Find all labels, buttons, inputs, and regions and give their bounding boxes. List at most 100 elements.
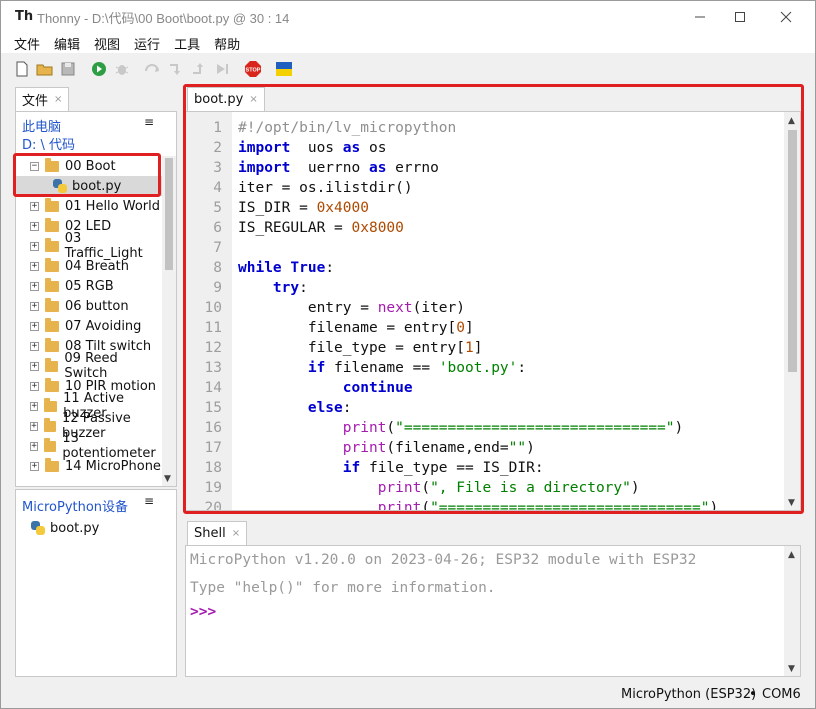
scroll-down-icon[interactable]: ▼ (788, 498, 795, 508)
shell-banner: MicroPython v1.20.0 on 2023-04-26; ESP32… (190, 552, 697, 568)
expand-icon[interactable]: + (30, 241, 39, 251)
expand-icon[interactable]: + (30, 281, 39, 291)
step-into-icon[interactable] (167, 60, 185, 78)
new-file-icon[interactable] (13, 60, 31, 78)
menu-help[interactable]: 帮助 (214, 34, 240, 53)
close-icon[interactable]: × (249, 94, 257, 105)
port-label[interactable]: COM6 (762, 687, 801, 702)
menu-tools[interactable]: 工具 (174, 34, 200, 53)
code-token: as (368, 160, 387, 176)
location-path[interactable]: D: \ 代码 (22, 134, 75, 153)
status-separator: • (749, 687, 757, 702)
expand-icon[interactable]: + (30, 321, 39, 331)
shell-scrollbar[interactable]: ▲ ▼ (784, 546, 800, 676)
shell-panel[interactable]: MicroPython v1.20.0 on 2023-04-26; ESP32… (185, 545, 801, 677)
code-token: ] (464, 320, 474, 336)
tree-folder-item[interactable]: +09 Reed Switch (16, 351, 162, 381)
menu-edit[interactable]: 编辑 (54, 34, 80, 53)
expand-icon[interactable]: + (30, 381, 39, 391)
scroll-down-icon[interactable]: ▼ (164, 474, 171, 484)
scroll-up-icon[interactable]: ▲ (788, 550, 795, 560)
menu-view[interactable]: 视图 (94, 34, 120, 53)
folder-icon (44, 357, 59, 372)
files-scrollbar-thumb[interactable] (165, 158, 173, 270)
resume-icon[interactable] (213, 60, 231, 78)
code-token: print (377, 500, 422, 511)
editor-scrollbar-thumb[interactable] (788, 130, 797, 372)
code-text[interactable]: #!/opt/bin/lv_micropython import uos as o… (238, 118, 718, 511)
expand-icon[interactable]: + (30, 421, 39, 431)
code-line: print("==============================") (238, 498, 718, 511)
step-over-icon[interactable] (144, 60, 162, 78)
close-icon[interactable]: × (54, 94, 62, 105)
expand-icon[interactable]: + (30, 301, 39, 311)
menu-file[interactable]: 文件 (14, 34, 40, 53)
code-token: next (377, 300, 413, 316)
expand-icon[interactable]: + (30, 221, 39, 231)
menu-run[interactable]: 运行 (134, 34, 160, 53)
thonny-window: Th Thonny - D:\代码\00 Boot\boot.py @ 30 :… (0, 0, 816, 709)
tree-item-label: 05 RGB (65, 278, 114, 294)
tree-folder-item[interactable]: +14 MicroPhone (16, 456, 162, 476)
close-icon[interactable]: × (232, 528, 240, 539)
open-folder-icon[interactable] (36, 60, 54, 78)
tree-folder-item[interactable]: − 00 Boot (16, 156, 162, 176)
code-line: try: (238, 278, 718, 298)
code-editor[interactable]: 1 2 3 4 5 6 7 8 9 10 11 12 13 14 15 16 17 18 19 20 #!/opt/b… (185, 111, 801, 511)
panel-menu-icon[interactable]: ≡ (144, 115, 154, 129)
thonny-app-icon: Th (15, 9, 34, 24)
shell-prompt[interactable]: >>> (190, 604, 216, 620)
expand-icon[interactable]: + (30, 261, 39, 271)
code-line: entry = next(iter) (238, 298, 718, 318)
device-title[interactable]: MicroPython设备 (22, 496, 128, 515)
expand-icon[interactable]: + (30, 201, 39, 211)
scroll-up-icon[interactable]: ▲ (788, 116, 795, 126)
code-token: (filename,end= (386, 440, 509, 456)
tree-folder-item[interactable]: +03 Traffic_Light (16, 231, 162, 261)
tree-item-label: boot.py (72, 178, 122, 194)
ukraine-flag-icon[interactable] (275, 60, 293, 78)
tree-folder-item[interactable]: +04 Breath (16, 256, 162, 276)
code-token: filename = entry[ (238, 320, 457, 336)
run-icon[interactable] (90, 60, 108, 78)
code-token: IS_DIR = (238, 200, 317, 216)
location-title[interactable]: 此电脑 (22, 116, 61, 135)
editor-scrollbar[interactable]: ▲ ▼ (784, 112, 800, 510)
expand-icon[interactable]: + (30, 401, 39, 411)
tab-boot-py[interactable]: boot.py × (187, 87, 265, 111)
code-token: #!/opt/bin/lv_micropython (238, 120, 457, 136)
tree-file-item[interactable]: boot.py (16, 176, 162, 196)
step-out-icon[interactable] (190, 60, 208, 78)
tab-files[interactable]: 文件 × (15, 87, 70, 111)
code-token: ( (421, 500, 431, 511)
maximize-button[interactable] (717, 1, 763, 33)
tree-folder-item[interactable]: +06 button (16, 296, 162, 316)
stop-icon[interactable]: STOP (244, 60, 262, 78)
folder-icon (45, 217, 59, 232)
line-number: 1 (213, 120, 222, 136)
expand-icon[interactable]: + (30, 361, 39, 371)
device-file-item[interactable]: boot.py (30, 518, 99, 538)
expand-icon[interactable]: + (30, 341, 39, 351)
debug-icon[interactable] (113, 60, 131, 78)
files-scrollbar[interactable]: ▼ (162, 156, 176, 486)
device-menu-icon[interactable]: ≡ (144, 494, 154, 508)
code-token: while (238, 260, 282, 276)
scroll-down-icon[interactable]: ▼ (788, 664, 795, 674)
tree-folder-item[interactable]: +13 potentiometer (16, 431, 162, 461)
interpreter-label[interactable]: MicroPython (ESP32) (621, 687, 756, 702)
tree-folder-item[interactable]: +07 Avoiding (16, 316, 162, 336)
tree-item-label: 14 MicroPhone (65, 458, 161, 474)
expand-icon[interactable]: + (30, 441, 39, 451)
line-number: 4 (213, 180, 222, 196)
save-icon[interactable] (59, 60, 77, 78)
tab-shell[interactable]: Shell × (187, 521, 248, 545)
folder-icon (45, 337, 59, 352)
tree-folder-item[interactable]: +01 Hello World (16, 196, 162, 216)
expand-icon[interactable]: + (30, 461, 39, 471)
tree-folder-item[interactable]: +05 RGB (16, 276, 162, 296)
collapse-icon[interactable]: − (30, 161, 39, 171)
line-number: 20 (204, 500, 222, 511)
close-window-button[interactable] (763, 1, 809, 33)
